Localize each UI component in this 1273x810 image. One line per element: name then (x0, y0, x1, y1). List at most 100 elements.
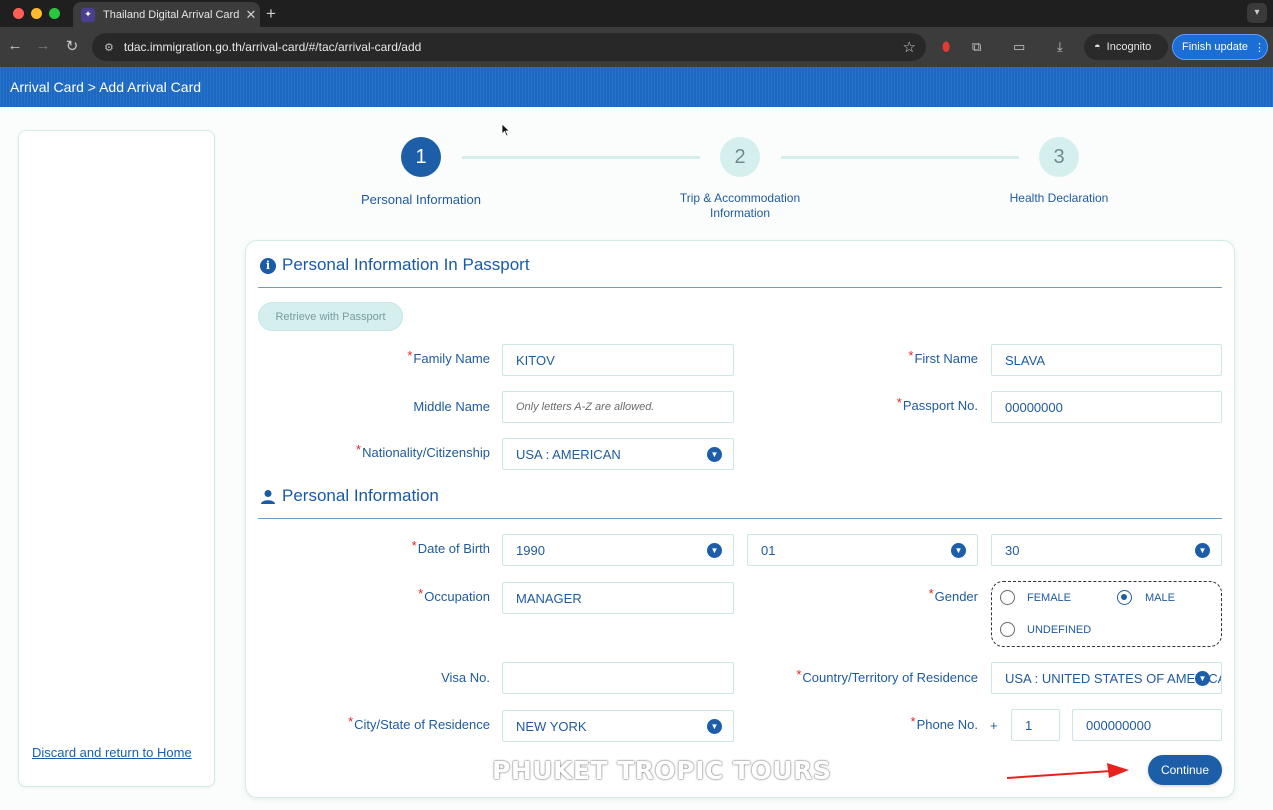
occupation-input[interactable]: MANAGER (502, 582, 734, 614)
city-residence-value: NEW YORK (516, 718, 587, 734)
annotation-arrow-icon (1006, 763, 1129, 779)
passport-no-input[interactable]: 00000000 (991, 391, 1222, 423)
visa-no-label: Visa No. (441, 670, 490, 685)
family-name-input[interactable]: KITOV (502, 344, 734, 376)
required-asterisk: * (348, 714, 354, 729)
nationality-value: USA : AMERICAN (516, 446, 621, 462)
section-divider (258, 287, 1222, 288)
dob-label: *Date of Birth (411, 538, 490, 556)
required-asterisk: * (356, 442, 362, 457)
sidebar-card: Discard and return to Home (18, 130, 215, 787)
dob-year-select[interactable]: 1990 ▼ (502, 534, 734, 566)
site-info-icon[interactable]: ⚙ (104, 41, 114, 54)
chevron-down-icon: ▼ (707, 543, 722, 558)
gender-radio-group (991, 581, 1222, 647)
mouse-cursor-icon (501, 123, 511, 137)
passport-no-label: *Passport No. (896, 395, 978, 413)
dob-day-value: 30 (1005, 542, 1020, 558)
finish-update-label: Finish update (1182, 41, 1249, 53)
bookmark-star-icon[interactable]: ☆ (903, 38, 916, 56)
retrieve-with-passport-button[interactable]: Retrieve with Passport (258, 302, 403, 331)
middle-name-label: Middle Name (413, 399, 490, 414)
app-header: Arrival Card > Add Arrival Card (0, 67, 1273, 107)
step-1-circle[interactable]: 1 (401, 137, 441, 177)
step-2-label-line2: Information (709, 206, 771, 220)
middle-name-input[interactable]: Only letters A-Z are allowed. (502, 391, 734, 423)
incognito-label: Incognito (1106, 41, 1152, 53)
nationality-label: *Nationality/Citizenship (356, 442, 490, 460)
section-divider (258, 518, 1222, 519)
family-name-label: *Family Name (407, 348, 490, 366)
step-2-label: Trip & Accommodation Information (660, 191, 820, 221)
city-residence-label: *City/State of Residence (348, 714, 490, 732)
step-2-label-line1: Trip & Accommodation (679, 191, 801, 205)
kebab-menu-icon: ⋮ (1254, 41, 1266, 54)
gender-male-label[interactable]: MALE (1145, 592, 1175, 604)
dob-day-select[interactable]: 30 ▼ (991, 534, 1222, 566)
chevron-down-icon: ▼ (707, 719, 722, 734)
gender-female-radio[interactable] (1000, 590, 1015, 605)
close-window-button[interactable] (13, 8, 24, 19)
reload-icon[interactable]: ↻ (62, 37, 82, 55)
required-asterisk: * (908, 348, 914, 363)
phone-country-code-input[interactable]: 1 (1011, 709, 1060, 741)
required-asterisk: * (928, 586, 934, 601)
cast-icon[interactable]: ▭ (1013, 39, 1025, 55)
back-arrow-icon[interactable]: ← (5, 37, 25, 54)
download-icon[interactable]: ⤓ (1057, 39, 1063, 55)
gender-male-radio[interactable] (1117, 590, 1132, 605)
gender-undefined-radio[interactable] (1000, 622, 1015, 637)
gender-label: *Gender (928, 586, 978, 604)
gender-female-label[interactable]: FEMALE (1027, 592, 1071, 604)
close-tab-icon[interactable]: ✕ (242, 7, 260, 23)
chevron-down-icon: ▼ (707, 447, 722, 462)
new-tab-icon[interactable]: + (266, 4, 276, 24)
browser-tab-bar: ✦ Thailand Digital Arrival Card ✕ + ▾ (0, 0, 1273, 27)
browser-tab[interactable]: ✦ Thailand Digital Arrival Card ✕ (73, 2, 260, 27)
person-icon (261, 490, 275, 504)
incognito-icon: ◓ (1094, 41, 1101, 53)
first-name-input[interactable]: SLAVA (991, 344, 1222, 376)
first-name-label: *First Name (908, 348, 978, 366)
maximize-window-button[interactable] (49, 8, 60, 19)
breadcrumb: Arrival Card > Add Arrival Card (10, 79, 202, 95)
chevron-down-icon: ▼ (951, 543, 966, 558)
extension-shield-icon[interactable]: ⬮ (942, 39, 950, 55)
visa-no-input[interactable] (502, 662, 734, 694)
nationality-select[interactable]: USA : AMERICAN ▼ (502, 438, 734, 470)
country-residence-select[interactable]: USA : UNITED STATES OF AMERICA ▼ (991, 662, 1222, 694)
city-residence-select[interactable]: NEW YORK ▼ (502, 710, 734, 742)
chevron-down-icon: ▼ (1195, 671, 1210, 686)
step-2-circle[interactable]: 2 (720, 137, 760, 177)
required-asterisk: * (418, 586, 424, 601)
continue-button[interactable]: Continue (1148, 755, 1222, 785)
dob-year-value: 1990 (516, 542, 545, 558)
step-connector-2 (781, 156, 1019, 159)
tab-title: Thailand Digital Arrival Card (103, 8, 240, 21)
required-asterisk: * (407, 348, 413, 363)
occupation-label: *Occupation (418, 586, 490, 604)
discard-return-home-link[interactable]: Discard and return to Home (32, 745, 192, 760)
step-3-circle[interactable]: 3 (1039, 137, 1079, 177)
watermark-text: PHUKET TROPIC TOURS (492, 756, 832, 785)
finish-update-button[interactable]: Finish update ⋮ (1172, 34, 1268, 60)
forward-arrow-icon[interactable]: → (33, 37, 53, 54)
tab-search-chevron-icon[interactable]: ▾ (1247, 3, 1267, 23)
dob-month-select[interactable]: 01 ▼ (747, 534, 978, 566)
step-1-label: Personal Information (361, 192, 481, 207)
minimize-window-button[interactable] (31, 8, 42, 19)
address-bar[interactable]: ⚙ tdac.immigration.go.th/arrival-card/#/… (92, 33, 926, 61)
browser-toolbar: ← → ↻ ⚙ tdac.immigration.go.th/arrival-c… (0, 27, 1273, 67)
site-favicon-icon: ✦ (81, 7, 95, 22)
required-asterisk: * (796, 667, 802, 682)
required-asterisk: * (910, 714, 916, 729)
required-asterisk: * (411, 538, 417, 553)
gender-undefined-label[interactable]: UNDEFINED (1027, 624, 1091, 636)
extension-puzzle-icon[interactable]: ⧉ (972, 39, 981, 55)
dob-month-value: 01 (761, 542, 776, 558)
phone-number-input[interactable]: 000000000 (1072, 709, 1222, 741)
phone-plus-sign: + (990, 718, 998, 733)
incognito-indicator[interactable]: ◓ Incognito (1084, 34, 1168, 60)
required-asterisk: * (896, 395, 902, 410)
step-connector-1 (462, 156, 700, 159)
